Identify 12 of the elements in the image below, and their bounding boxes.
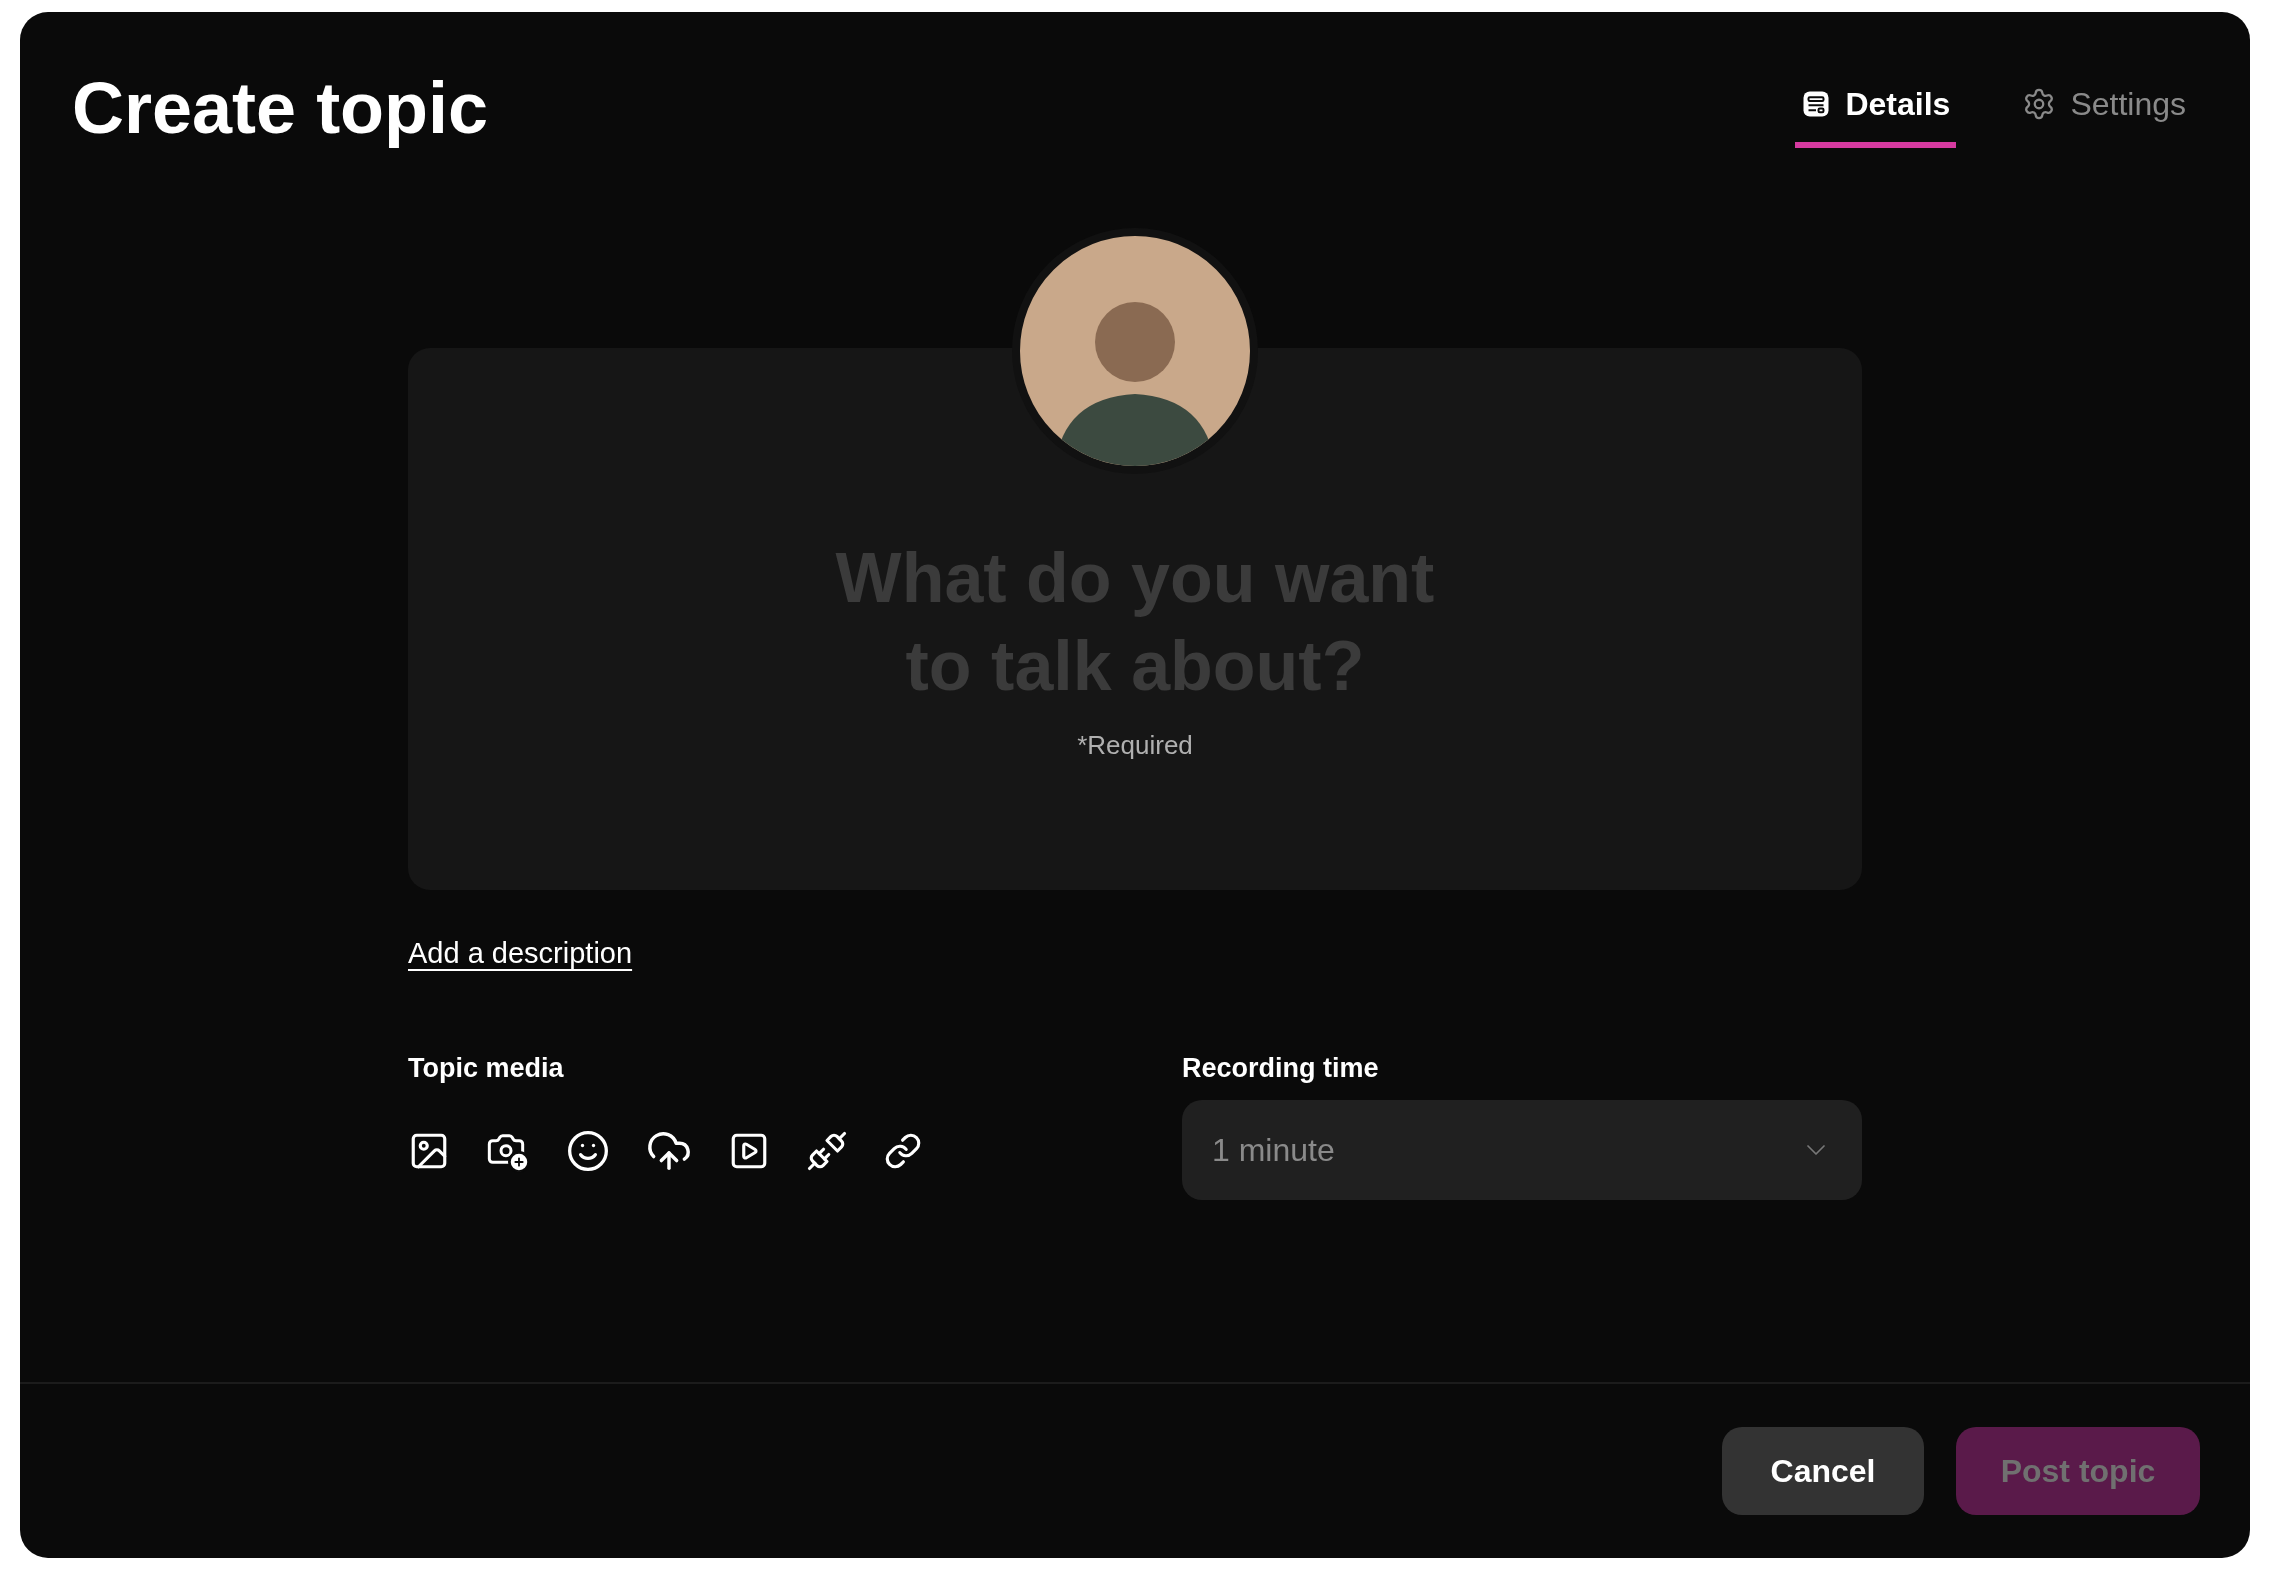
cancel-button[interactable]: Cancel <box>1722 1427 1924 1515</box>
link-icon[interactable] <box>884 1132 922 1170</box>
tab[interactable]: Details <box>1795 72 1957 148</box>
required-note: *Required <box>1077 729 1193 762</box>
smiley-icon[interactable] <box>566 1129 610 1173</box>
topic-media-label: Topic media <box>408 1051 565 1085</box>
details-icon <box>1801 89 1832 119</box>
tab[interactable]: Settings <box>2016 72 2192 148</box>
recording-time-label: Recording time <box>1182 1051 1380 1085</box>
plug-icon[interactable] <box>806 1130 848 1172</box>
add-description-link[interactable]: Add a description <box>408 937 633 969</box>
recording-time-dropdown[interactable]: 1 minute <box>1182 1100 1862 1200</box>
